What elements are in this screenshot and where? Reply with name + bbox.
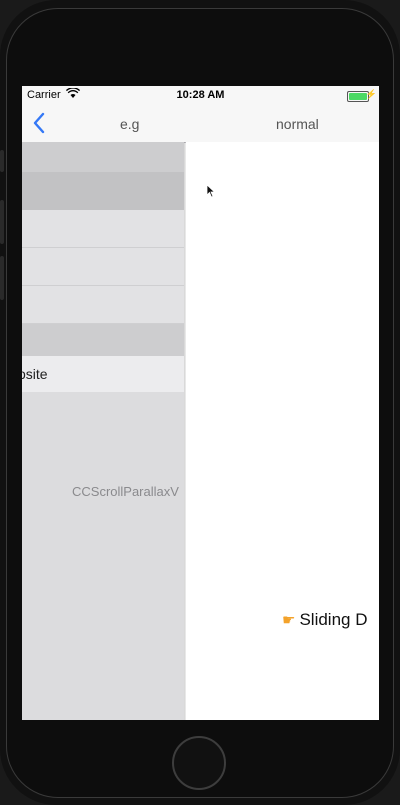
device-frame: Carrier 10:28 AM ⚡ e.g normal site CCScr… xyxy=(0,0,400,805)
menu-section-header xyxy=(22,324,184,356)
main-content[interactable]: ☛ Sliding D xyxy=(186,142,379,720)
volume-down-button xyxy=(0,256,4,300)
mouse-cursor-icon xyxy=(206,184,216,198)
clock-label: 10:28 AM xyxy=(176,89,225,101)
menu-item-label: osite xyxy=(22,366,48,382)
nav-title-normal[interactable]: normal xyxy=(276,116,319,132)
menu-section-header xyxy=(22,142,184,172)
mute-switch xyxy=(0,150,4,172)
bolt-icon: ⚡ xyxy=(365,89,377,99)
volume-up-button xyxy=(0,200,4,244)
sliding-label-text: Sliding D xyxy=(299,610,368,629)
chevron-left-icon[interactable] xyxy=(32,112,46,134)
menu-item-selected[interactable]: l xyxy=(22,172,184,210)
screen: Carrier 10:28 AM ⚡ e.g normal site CCScr… xyxy=(22,86,379,720)
sliding-drawer-label[interactable]: ☛ Sliding D xyxy=(282,610,368,630)
menu-item[interactable] xyxy=(22,210,184,248)
navigation-bar: e.g normal xyxy=(22,106,379,143)
status-bar: Carrier 10:28 AM ⚡ xyxy=(22,86,379,106)
nav-title-eg[interactable]: e.g xyxy=(120,116,139,132)
menu-item[interactable] xyxy=(22,286,184,324)
home-button[interactable] xyxy=(172,736,226,790)
menu-item[interactable] xyxy=(22,248,184,286)
menu-item-composite[interactable]: osite xyxy=(22,356,184,392)
parallax-view-label: CCScrollParallaxV xyxy=(72,484,179,499)
side-menu: l osite CCScrollParallaxV xyxy=(22,142,184,720)
pointing-hand-icon: ☛ xyxy=(282,612,296,629)
